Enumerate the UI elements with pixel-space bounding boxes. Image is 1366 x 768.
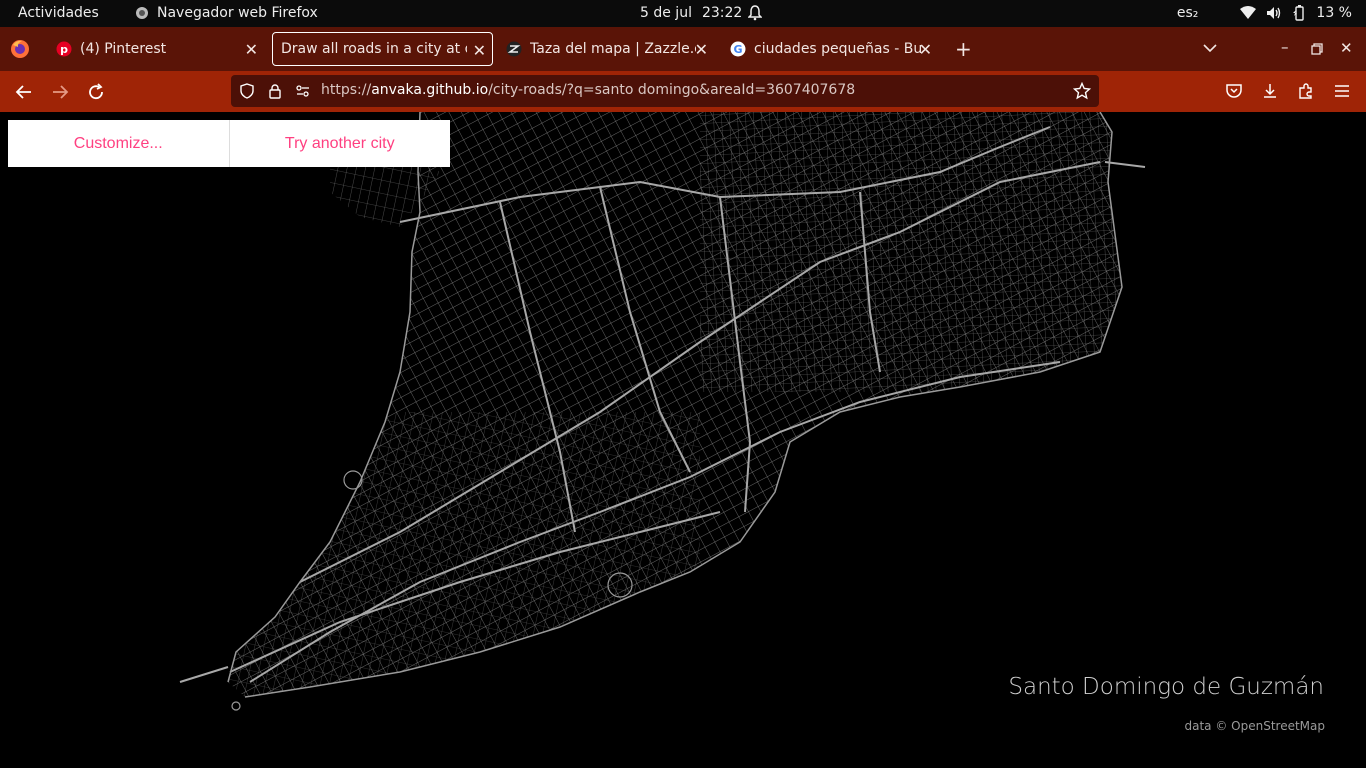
list-all-tabs-icon[interactable] (1203, 43, 1217, 53)
svg-text:G: G (733, 43, 742, 56)
city-roads-page: Customize... Try another city Santo Domi… (0, 112, 1366, 768)
new-tab-button[interactable]: + (955, 37, 972, 61)
firefox-small-icon (136, 7, 148, 19)
menu-hamburger-icon[interactable] (1333, 82, 1351, 100)
tracking-shield-icon[interactable] (239, 83, 255, 99)
close-window-icon[interactable]: ✕ (1340, 39, 1353, 57)
tab-google-search[interactable]: G ciudades pequeñas - Buscar con Google … (722, 32, 938, 66)
customize-button[interactable]: Customize... (8, 120, 229, 167)
url-host: anvaka.github.io (371, 82, 489, 98)
tab-label: (4) Pinterest (80, 41, 167, 57)
navigation-bar: https://anvaka.github.io/city-roads/?q=s… (0, 71, 1366, 112)
tab-city-roads[interactable]: Draw all roads in a city at once ✕ (272, 32, 493, 66)
volume-icon (1267, 7, 1281, 19)
google-icon: G (730, 41, 746, 57)
tab-label: Taza del mapa | Zazzle.com (530, 41, 696, 57)
activities-button[interactable]: Actividades (18, 5, 99, 21)
restore-icon[interactable] (1311, 43, 1323, 55)
battery-percent: 13 % (1316, 5, 1352, 21)
road-map-canvas[interactable] (0, 112, 1366, 768)
tab-pinterest[interactable]: p (4) Pinterest ✕ (48, 32, 264, 66)
wifi-icon (1240, 6, 1257, 19)
osm-attribution-link[interactable]: data © OpenStreetMap (1185, 719, 1326, 733)
bookmark-star-icon[interactable] (1073, 82, 1091, 100)
battery-icon (1293, 5, 1305, 21)
tab-strip: p (4) Pinterest ✕ Draw all roads in a ci… (0, 27, 1366, 71)
date-label: 5 de jul (640, 5, 692, 21)
map-controls: Customize... Try another city (8, 120, 450, 167)
url-path: /city-roads/?q=santo domingo&areaId=3607… (488, 82, 856, 98)
url-text[interactable]: https://anvaka.github.io/city-roads/?q=s… (321, 82, 855, 98)
zazzle-icon (506, 41, 522, 57)
minimize-icon[interactable]: – (1281, 38, 1289, 56)
close-icon[interactable]: ✕ (473, 41, 486, 60)
url-scheme: https:// (321, 82, 372, 98)
keyboard-language[interactable]: es₂ (1177, 5, 1199, 21)
close-icon[interactable]: ✕ (919, 40, 932, 59)
city-name-label[interactable]: Santo Domingo de Guzmán (1008, 674, 1324, 700)
back-arrow-icon[interactable] (14, 82, 34, 102)
time-label: 23:22 (701, 5, 743, 21)
svg-text:p: p (60, 43, 68, 56)
permissions-icon[interactable] (295, 83, 311, 99)
tab-label: Draw all roads in a city at once (281, 41, 467, 57)
forward-arrow-icon[interactable] (50, 82, 70, 102)
map-roundabout (343, 470, 363, 490)
close-icon[interactable]: ✕ (245, 40, 258, 59)
firefox-logo-icon[interactable] (10, 39, 30, 59)
system-top-bar: Actividades Navegador web Firefox 5 de j… (0, 0, 1366, 27)
lock-icon[interactable] (267, 83, 283, 99)
reload-icon[interactable] (86, 82, 106, 102)
url-bar[interactable]: https://anvaka.github.io/city-roads/?q=s… (231, 75, 1099, 107)
notification-bell-icon[interactable] (747, 5, 763, 25)
close-icon[interactable]: ✕ (695, 40, 708, 59)
app-menu[interactable]: Navegador web Firefox (135, 5, 318, 21)
try-another-city-button[interactable]: Try another city (230, 120, 451, 167)
pinterest-icon: p (56, 41, 72, 57)
extensions-icon[interactable] (1297, 82, 1315, 100)
map-roundabout (231, 701, 241, 711)
downloads-icon[interactable] (1261, 82, 1279, 100)
tab-zazzle[interactable]: Taza del mapa | Zazzle.com ✕ (498, 32, 714, 66)
tab-label: ciudades pequeñas - Buscar con Google (754, 41, 922, 57)
system-tray[interactable]: es₂ 13 % (1177, 5, 1352, 21)
pocket-icon[interactable] (1225, 82, 1243, 100)
app-name-label: Navegador web Firefox (157, 5, 318, 21)
clock[interactable]: 5 de jul 23:22 (640, 5, 742, 21)
